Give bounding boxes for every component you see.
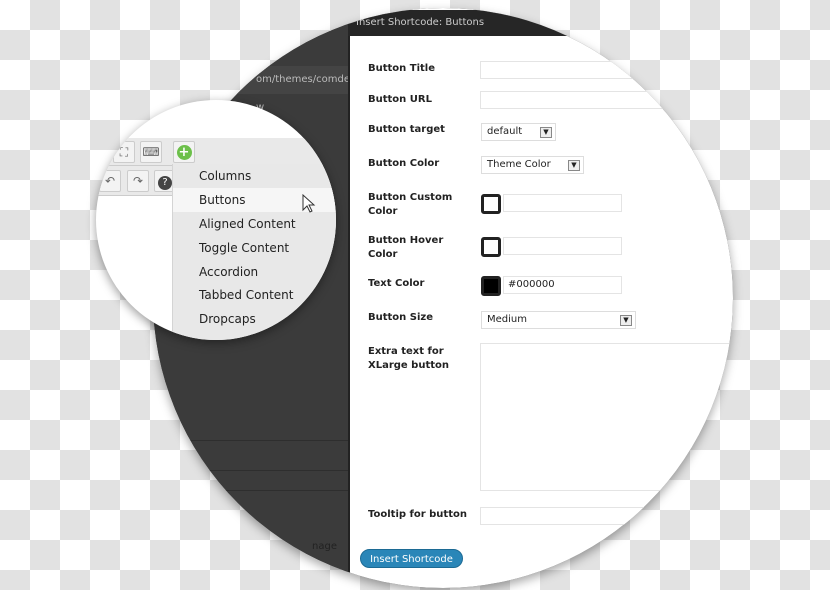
label-hover-color: Button Hover Color — [368, 235, 444, 260]
url-fragment: om/themes/comdex-w — [180, 66, 359, 113]
button-target-select[interactable]: default ▼ — [481, 123, 556, 141]
label-button-url: Button URL — [368, 94, 432, 105]
tooltip-input[interactable] — [480, 507, 733, 525]
chevron-down-icon: ▼ — [620, 315, 632, 326]
label-button-target: Button target — [368, 124, 445, 135]
keyboard-icon[interactable]: ⌨ — [140, 141, 162, 163]
cursor-icon — [302, 194, 316, 213]
undo-icon[interactable]: ↶ — [99, 170, 121, 192]
label-button-color: Button Color — [368, 158, 440, 169]
select-value: Theme Color — [487, 159, 551, 170]
add-shortcode-icon[interactable]: + — [173, 141, 195, 163]
fullscreen-icon[interactable]: ⛶ — [113, 141, 135, 163]
chevron-down-icon: ▼ — [568, 160, 580, 171]
label-tooltip: Tooltip for button — [368, 509, 467, 520]
select-value: Medium — [487, 314, 527, 325]
button-size-select[interactable]: Medium ▼ — [481, 311, 636, 329]
shortcode-menu: Columns Buttons Aligned Content Toggle C… — [172, 164, 336, 340]
button-url-input[interactable] — [480, 91, 733, 109]
button-color-select[interactable]: Theme Color ▼ — [481, 156, 584, 174]
hover-color-swatch[interactable] — [481, 237, 501, 257]
menu-item-accordion[interactable]: Accordion — [173, 260, 336, 284]
footer-fragment: nage — [312, 541, 337, 552]
divider — [153, 440, 348, 441]
menu-item-tabbed-content[interactable]: Tabbed Content — [173, 283, 336, 307]
text-color-swatch[interactable] — [481, 276, 501, 296]
menu-item-dropcaps[interactable]: Dropcaps — [173, 307, 336, 331]
select-value: default — [487, 126, 523, 137]
label-extra-text: Extra text for XLarge button — [368, 346, 450, 371]
button-title-input[interactable] — [480, 61, 733, 79]
insert-shortcode-button[interactable]: Insert Shortcode — [360, 549, 463, 568]
menu-item-toggle-content[interactable]: Toggle Content — [173, 236, 336, 260]
divider — [153, 470, 348, 471]
hover-color-input[interactable] — [503, 237, 622, 255]
extra-text-textarea[interactable] — [480, 343, 733, 491]
label-text-color: Text Color — [368, 278, 425, 289]
dialog-title: Insert Shortcode: Buttons — [348, 10, 733, 36]
divider — [153, 490, 348, 491]
custom-color-swatch[interactable] — [481, 194, 501, 214]
magnified-menu-lens: ⛶ ⌨ + ↶ ↷ ? Columns Buttons Aligned Cont… — [96, 100, 336, 340]
text-color-input[interactable]: #000000 — [503, 276, 622, 294]
custom-color-input[interactable] — [503, 194, 622, 212]
menu-item-columns[interactable]: Columns — [173, 164, 336, 188]
chevron-down-icon: ▼ — [540, 127, 552, 138]
menu-item-aligned-content[interactable]: Aligned Content — [173, 212, 336, 236]
label-button-title: Button Title — [368, 63, 436, 74]
label-custom-color: Button Custom Color — [368, 192, 453, 217]
redo-icon[interactable]: ↷ — [127, 170, 149, 192]
label-button-size: Button Size — [368, 312, 434, 323]
